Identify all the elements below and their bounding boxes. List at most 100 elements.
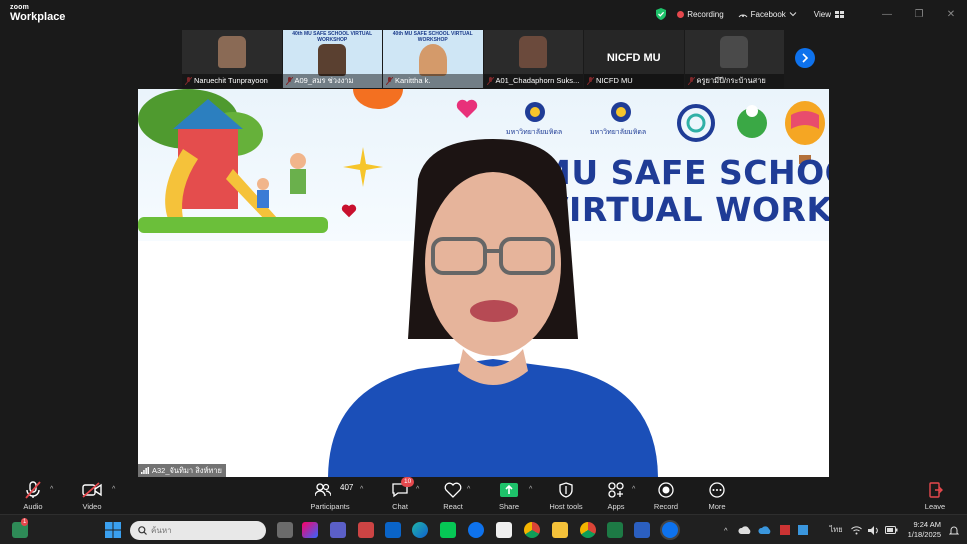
chrome-profile-icon[interactable] [580,522,596,538]
show-hidden-icons-chevron[interactable]: ^ [724,526,728,535]
close-button[interactable]: ✕ [935,9,967,20]
facebook-live-button[interactable]: Facebook [738,10,800,19]
teams-icon[interactable] [330,522,346,538]
record-icon [658,482,674,498]
active-speaker-video[interactable]: มหาวิทยาลัยมหิดล มหาวิทยาลัยมหิดล MU SAF… [138,89,829,477]
poster-text: 40th MU SAFE SCHOOL VIRTUAL WORKSHOP [292,31,373,43]
muted-microphone-icon [25,481,41,499]
taskbar-search[interactable] [130,521,266,540]
participant-thumbnail[interactable]: 40th MU SAFE SCHOOL VIRTUAL WORKSHOP A09… [282,30,382,88]
speaker-figure [328,139,658,477]
participants-button[interactable]: 407 Participants [302,481,358,511]
chevron-down-icon [789,12,797,17]
view-button[interactable]: View [814,10,847,19]
participant-thumbnail[interactable]: 40th MU SAFE SCHOOL VIRTUAL WORKSHOP Kan… [383,30,483,88]
input-language[interactable]: ไทย [830,524,843,536]
participants-count: 407 [340,483,354,492]
video-options-chevron[interactable]: ^ [112,486,120,493]
grid-icon [835,10,844,18]
wifi-icon[interactable] [850,525,862,535]
react-options-chevron[interactable]: ^ [467,486,475,493]
file-explorer-icon[interactable] [552,522,568,538]
participant-strip: Naruechit Tunprayoon 40th MU SAFE SCHOOL… [182,30,785,88]
clock-date: 1/18/2025 [907,530,941,539]
share-screen-icon [500,483,518,497]
mahidol-logo-icon [611,102,631,122]
logo-caption: มหาวิทยาลัยมหิดล [590,129,647,136]
volume-icon[interactable] [867,525,879,535]
record-button[interactable]: Record [638,481,694,511]
copilot-icon[interactable] [302,522,318,538]
participant-thumbnail[interactable]: NICFD MU NICFD MU [584,30,684,88]
windows-taskbar: 1 ^ ไทย 9:24 [0,514,967,544]
windows-start-icon[interactable] [105,522,121,538]
system-clock[interactable]: 9:24 AM 1/18/2025 [908,520,941,540]
zoom-window: zoom Workplace Recording Facebook View —… [0,0,967,544]
microsoft-store-icon[interactable] [496,522,512,538]
security-shield-icon[interactable] [655,8,667,20]
tray-app-icon[interactable] [779,525,790,535]
meeting-toolbar: Audio ^ Video ^ 407 Participants ^ 10 Ch… [0,477,967,514]
task-view-icon[interactable] [277,522,293,538]
speaker-name-tag: A32_จันทิมา สิงห์ทาย [138,464,226,477]
more-button[interactable]: More [689,481,745,511]
recording-dot-icon [677,10,685,18]
participant-thumbnail[interactable]: ครูยามีปี/กระบ้านสาย [684,30,784,88]
onedrive-business-icon[interactable] [757,525,772,535]
onedrive-cloud-icon[interactable] [737,525,752,535]
participant-name: ครูยามีปี/กระบ้านสาย [684,74,784,88]
notification-bell-icon[interactable] [949,525,959,536]
participants-icon [315,483,331,497]
participant-video [217,36,246,68]
participant-video [519,36,548,68]
tray-app-icon[interactable] [797,525,808,535]
mahidol-logo-icon [525,102,545,122]
excel-icon[interactable] [607,522,623,538]
participant-name: A09_สมร ช่วงงาม [282,74,382,88]
title-bar: zoom Workplace Recording Facebook View —… [0,0,967,28]
participant-display-name: NICFD MU [606,52,661,64]
zoom-app-icon[interactable] [662,522,678,538]
participants-options-chevron[interactable]: ^ [360,486,368,493]
participant-video [720,36,749,68]
participant-thumbnail[interactable]: Naruechit Tunprayoon [182,30,282,88]
zoom-chat-icon[interactable] [468,522,484,538]
zoom-logo: zoom Workplace [10,4,65,23]
chat-options-chevron[interactable]: ^ [416,486,424,493]
video-off-icon [82,482,102,498]
system-tray: ^ ไทย [724,515,898,544]
chrome-icon[interactable] [524,522,540,538]
outlook-icon[interactable] [385,522,401,538]
minimize-button[interactable]: — [871,9,903,20]
clock-time: 9:24 AM [913,520,941,529]
word-icon[interactable] [634,522,650,538]
heart-icon [456,99,478,118]
anniversary-logo-icon [677,104,715,142]
brand-small: zoom [10,4,30,11]
search-input[interactable] [151,526,261,535]
share-options-chevron[interactable]: ^ [529,486,537,493]
search-icon [138,526,147,535]
shield-icon [559,482,573,498]
maximize-button[interactable]: ❐ [903,9,935,20]
apps-grid-icon [608,482,624,498]
participant-thumbnail[interactable]: A01_Chadaphorn Suks... [483,30,583,88]
line-icon[interactable] [440,522,456,538]
leave-door-icon [929,482,943,498]
participant-avatar [418,44,447,76]
more-dots-icon [709,482,725,498]
participant-video [318,44,347,76]
sun-icon [353,89,403,109]
recording-indicator[interactable]: Recording [677,10,724,19]
edge-icon[interactable] [412,522,428,538]
broadcast-icon [738,14,748,18]
snipping-tool-icon[interactable] [358,522,374,538]
leave-button[interactable]: Leave [907,481,963,511]
host-tools-button[interactable]: Host tools [538,481,594,511]
participant-name: NICFD MU [584,74,684,88]
audio-options-chevron[interactable]: ^ [50,486,58,493]
heart-outline-icon [444,482,462,498]
battery-icon[interactable] [884,526,898,534]
next-page-button[interactable] [795,48,815,68]
nicfd-logo-icon [737,105,767,138]
